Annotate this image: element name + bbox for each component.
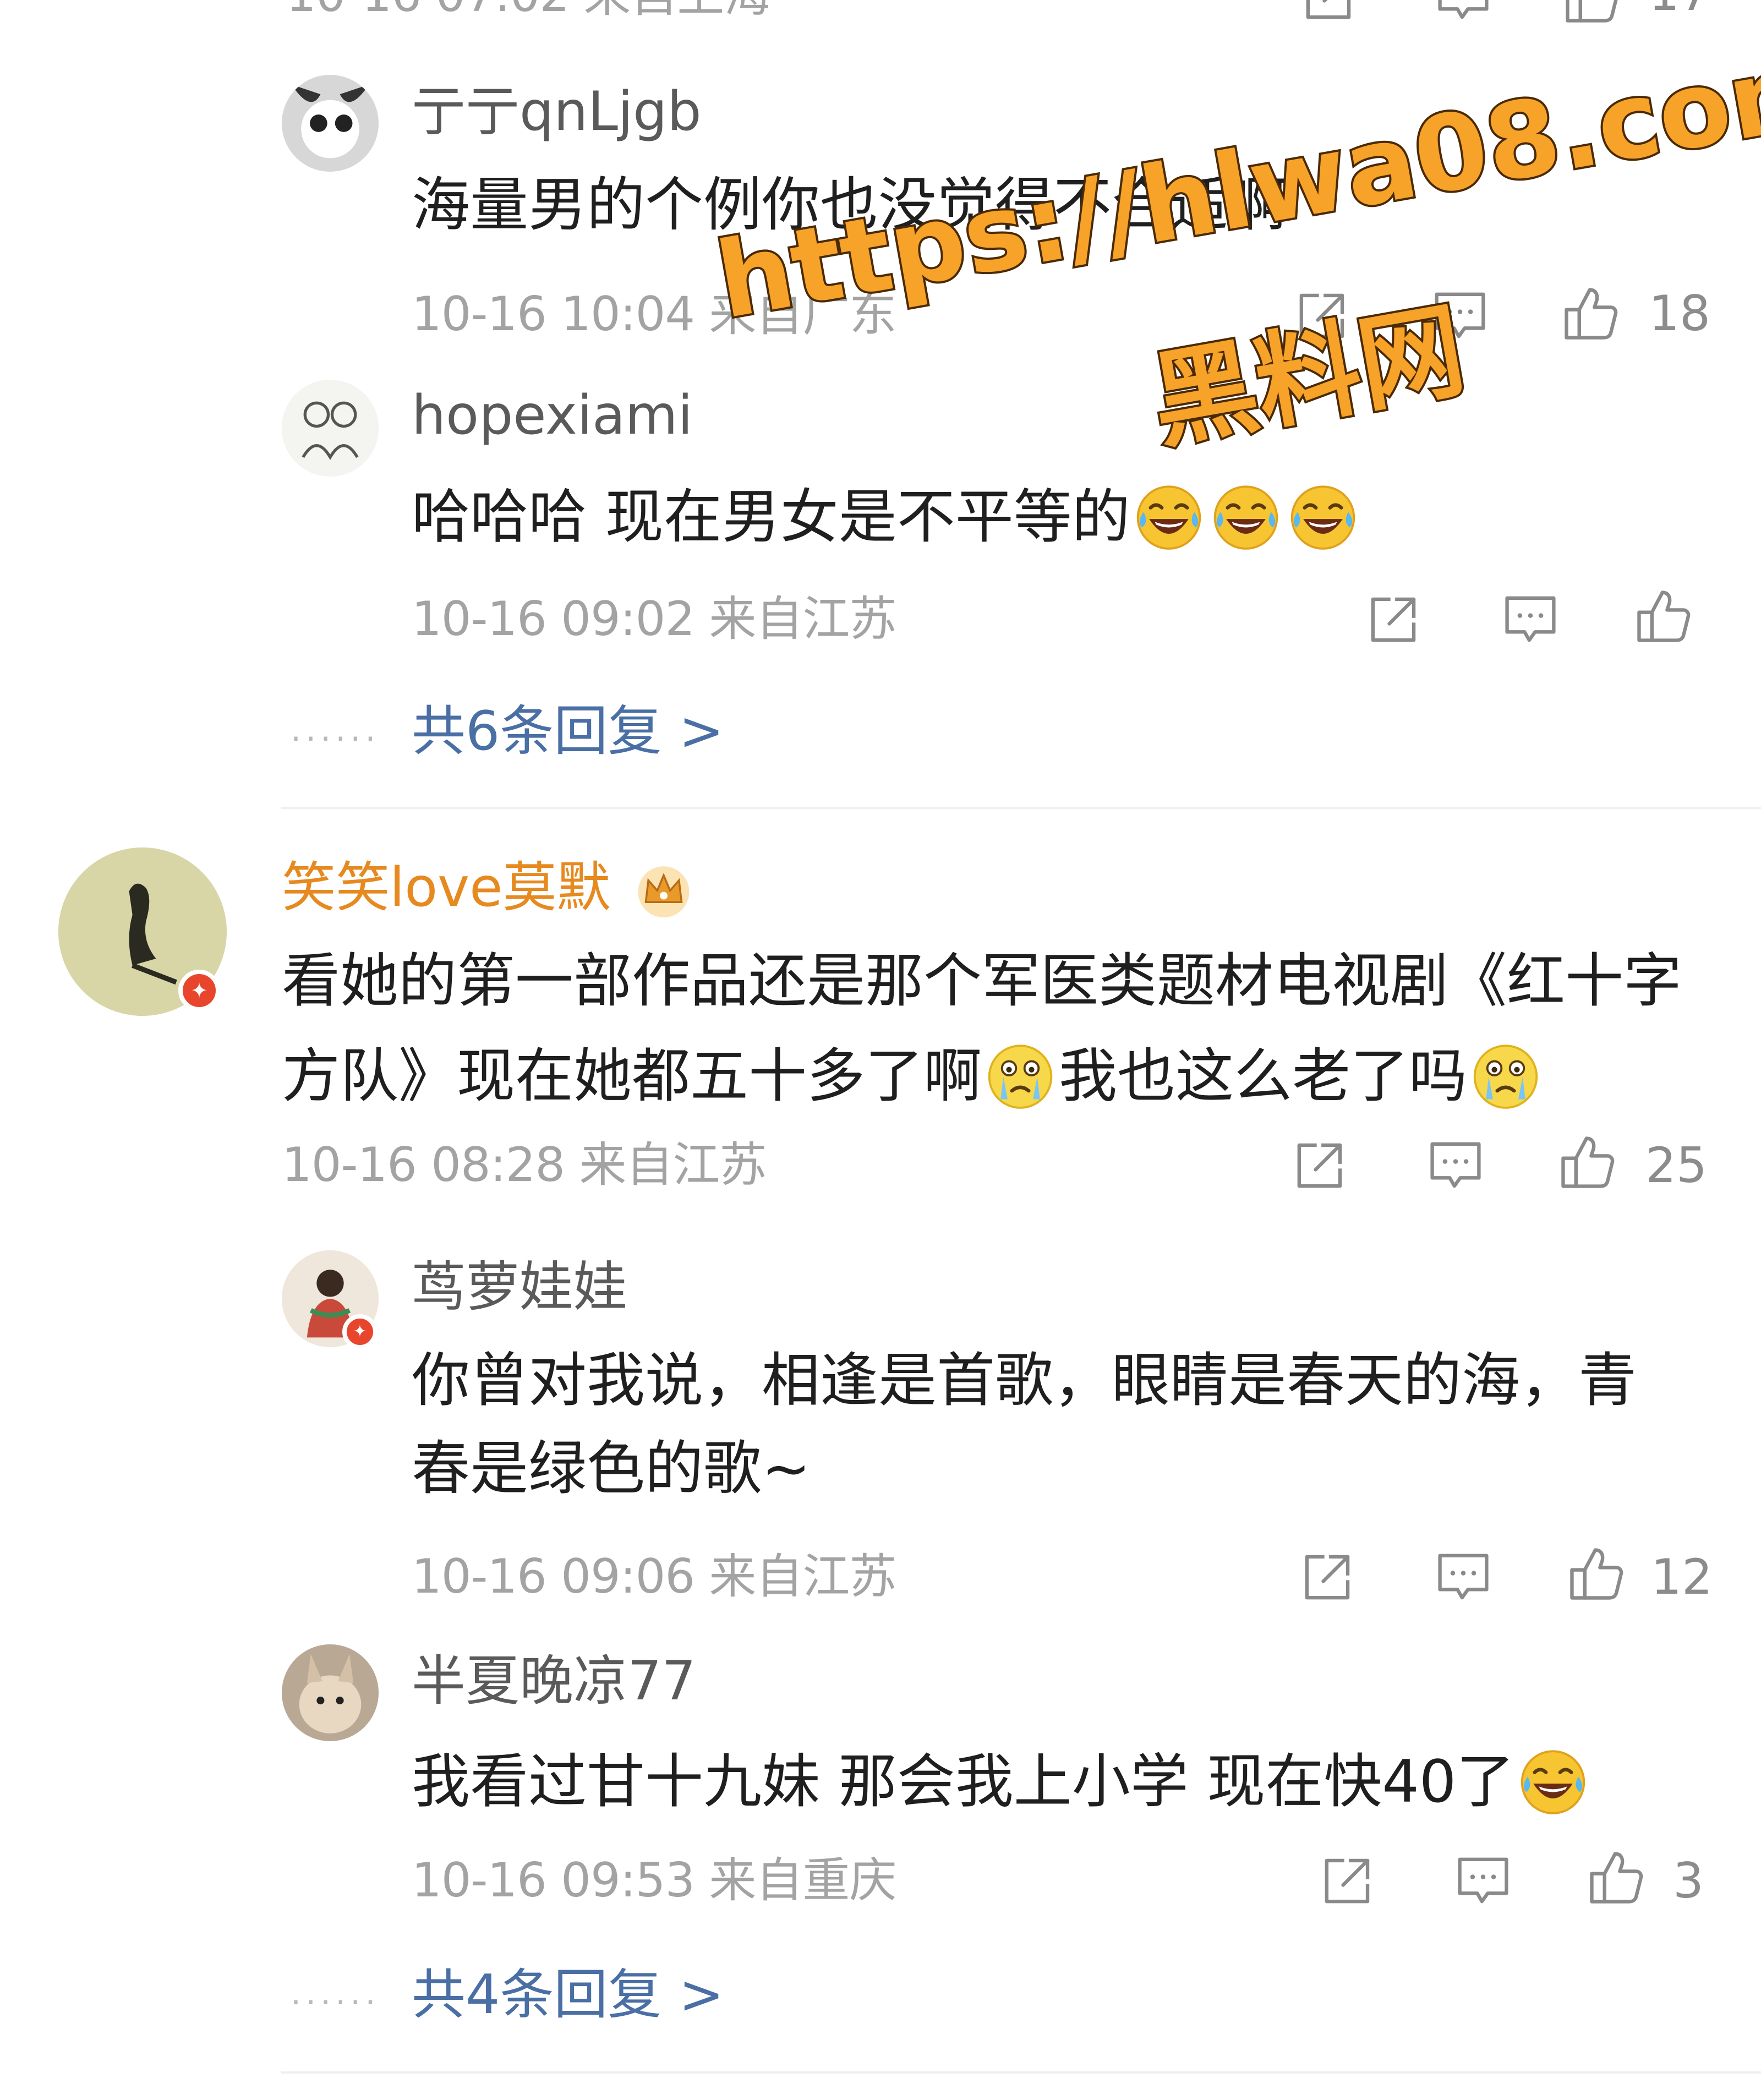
crying-emoji [985, 1040, 1055, 1111]
watermark-site: 黑料网 [1141, 287, 1475, 466]
avatar[interactable] [282, 1644, 379, 1741]
divider [281, 2071, 1761, 2074]
like-icon[interactable] [1558, 1133, 1617, 1191]
comment-icon[interactable] [1501, 590, 1560, 648]
laughing-tears-emoji [1288, 481, 1358, 551]
comment-line-text: 哈哈哈 现在男女是不平等的 [412, 483, 1130, 551]
comment-meta: 10-16 08:28 来自江苏 [282, 1141, 767, 1189]
comment-meta: 10-16 09:53 来自重庆 [412, 1857, 896, 1904]
verified-badge-icon: ✦ [342, 1314, 378, 1349]
like-count: 25 [1645, 1137, 1707, 1194]
comment-line-text: 我也这么老了吗 [1059, 1042, 1467, 1110]
forward-icon[interactable] [1299, 1547, 1357, 1606]
username[interactable]: 亍亍qnLjgb [412, 85, 702, 139]
avatar[interactable] [282, 75, 379, 172]
comment-time: 10-16 09:02 [412, 592, 695, 647]
forward-icon[interactable] [1291, 1136, 1349, 1194]
laughing-tears-emoji [1134, 481, 1204, 551]
crying-emoji [1470, 1040, 1541, 1111]
forward-icon[interactable] [1365, 590, 1423, 648]
like-icon[interactable] [1562, 284, 1620, 342]
comment-icon[interactable] [1434, 1547, 1492, 1606]
like-icon[interactable] [1587, 1848, 1645, 1906]
avatar[interactable] [282, 380, 379, 477]
divider [281, 807, 1761, 809]
comment-line: 看她的第一部作品还是那个军医类题材电视剧《红十字 [282, 947, 1682, 1015]
username[interactable]: 笑笑love莫默 [282, 861, 610, 915]
comment-line: 你曾对我说，相逢是首歌，眼睛是春天的海，青 [412, 1347, 1637, 1414]
comment-location: 来自江苏 [709, 1549, 896, 1604]
comment-line: 方队》现在她都五十多了啊 我也这么老了吗 [282, 1040, 1682, 1128]
comment-meta: 10-16 09:06 来自江苏 [412, 1553, 896, 1600]
comment-line: 我看过甘十九妹 那会我上小学 现在快40了 [412, 1746, 1592, 1834]
comment-text: 看她的第一部作品还是那个军医类题材电视剧《红十字 方队》现在她都五十多了啊 我也这… [282, 952, 1682, 1128]
comment-location: 来自上海 [583, 0, 771, 23]
username[interactable]: 半夏晚凉77 [412, 1654, 696, 1708]
view-replies-link[interactable]: 共6条回复 > [412, 704, 724, 758]
like-count: 18 [1649, 285, 1710, 342]
reply-dots: ...... [291, 1974, 380, 2012]
username[interactable]: 茑萝娃娃 [412, 1260, 627, 1314]
like-count: 17 [1649, 0, 1710, 18]
verified-badge-icon: ✦ [178, 970, 220, 1011]
comment-line: 春是绿色的歌~ [412, 1435, 811, 1502]
comment-line: 哈哈哈 现在男女是不平等的 [412, 481, 1361, 569]
like-count: 3 [1673, 1852, 1704, 1909]
username[interactable]: hopexiami [412, 389, 693, 442]
laughing-tears-emoji [1211, 481, 1281, 551]
reply-dots: ...... [291, 710, 380, 749]
like-count: 12 [1651, 1549, 1713, 1605]
like-icon[interactable] [1567, 1544, 1626, 1603]
comment-line-text: 方队》现在她都五十多了啊 [282, 1042, 982, 1110]
comment-location: 来自江苏 [579, 1138, 767, 1193]
comment-text: 哈哈哈 现在男女是不平等的 [412, 481, 1361, 569]
comment-text: 我看过甘十九妹 那会我上小学 现在快40了 [412, 1746, 1592, 1834]
forward-icon[interactable] [1300, 0, 1358, 25]
comment-location: 来自江苏 [709, 592, 896, 647]
comment-icon[interactable] [1434, 0, 1492, 25]
forward-icon[interactable] [1319, 1851, 1377, 1910]
like-icon[interactable] [1634, 587, 1693, 645]
view-replies-link[interactable]: 共4条回复 > [412, 1968, 724, 2022]
comment-text: 你曾对我说，相逢是首歌，眼睛是春天的海，青 春是绿色的歌~ [412, 1352, 1637, 1528]
comment-time: 10-16 08:28 [282, 1138, 565, 1193]
comment-line-text: 我看过甘十九妹 那会我上小学 现在快40了 [412, 1748, 1515, 1815]
like-icon[interactable] [1563, 0, 1621, 25]
comment-icon[interactable] [1454, 1851, 1512, 1910]
laughing-tears-emoji [1518, 1746, 1588, 1816]
comment-time: 10-16 10:04 [412, 287, 695, 342]
crown-icon [638, 866, 690, 918]
partial-meta: 10-16 07:02 来自上海 [286, 0, 771, 19]
comment-icon[interactable] [1426, 1136, 1485, 1194]
comment-location: 来自重庆 [709, 1853, 896, 1908]
comment-time: 10-16 07:02 [286, 0, 570, 23]
comment-time: 10-16 09:53 [412, 1853, 695, 1908]
comment-meta: 10-16 09:02 来自江苏 [412, 595, 896, 643]
comment-time: 10-16 09:06 [412, 1549, 695, 1604]
